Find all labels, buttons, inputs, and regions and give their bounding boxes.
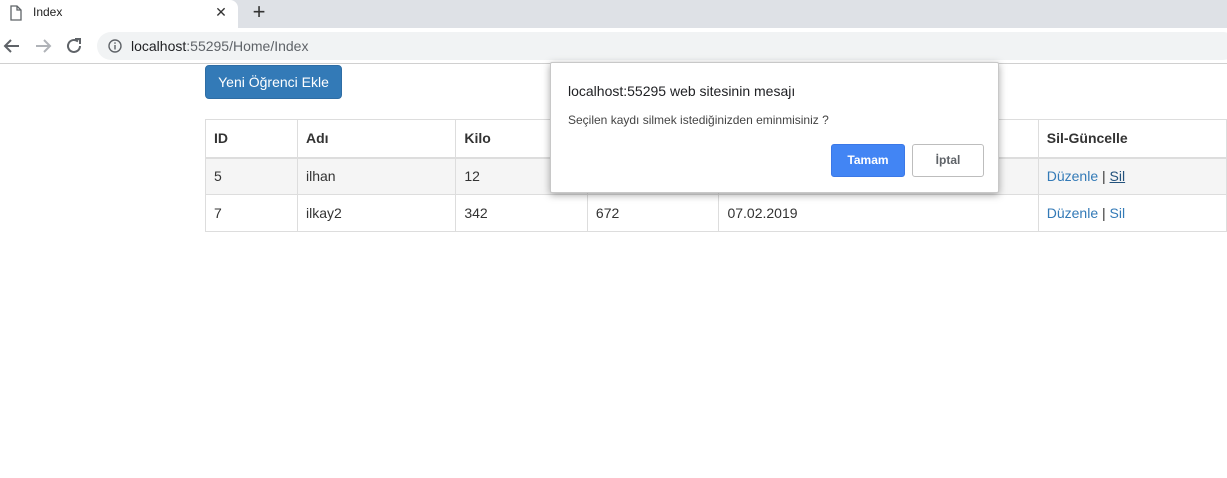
ok-button[interactable]: Tamam	[831, 144, 905, 177]
edit-link[interactable]: Düzenle	[1047, 168, 1098, 184]
cell-name: ilkay2	[297, 194, 457, 232]
tab-strip: Index ✕ +	[0, 0, 1227, 28]
reload-icon[interactable]	[64, 36, 84, 56]
dialog-message: Seçilen kaydı silmek istediğinizden emin…	[568, 113, 829, 127]
browser-tab[interactable]: Index ✕	[0, 0, 238, 28]
cell-kilo: 342	[455, 194, 588, 232]
cell-date: 07.02.2019	[718, 194, 1039, 232]
edit-link[interactable]: Düzenle	[1047, 205, 1098, 221]
link-separator: |	[1102, 205, 1106, 221]
url-path: :55295/Home/Index	[186, 38, 309, 54]
header-name: Adı	[297, 119, 457, 159]
back-arrow-icon[interactable]	[2, 36, 22, 56]
info-icon[interactable]	[108, 39, 122, 53]
confirm-dialog: localhost:55295 web sitesinin mesajı Seç…	[550, 62, 999, 193]
url-text[interactable]: localhost:55295/Home/Index	[131, 38, 308, 54]
cell-id: 7	[204, 194, 299, 232]
close-icon[interactable]: ✕	[212, 3, 230, 21]
cell-actions: Düzenle | Sil	[1037, 157, 1227, 195]
table-row: 7 ilkay2 342 672 07.02.2019 Düzenle | Si…	[204, 194, 1227, 232]
tab-title: Index	[33, 5, 63, 19]
add-student-button[interactable]: Yeni Öğrenci Ekle	[205, 65, 342, 99]
cell-id: 5	[204, 157, 299, 195]
link-separator: |	[1102, 168, 1106, 185]
header-actions: Sil-Güncelle	[1037, 119, 1227, 159]
delete-link[interactable]: Sil	[1110, 205, 1126, 221]
url-host: localhost	[131, 38, 187, 54]
cell-col4: 672	[586, 194, 720, 232]
header-id: ID	[204, 119, 299, 159]
dialog-title: localhost:55295 web sitesinin mesajı	[568, 83, 796, 99]
cell-name: ilhan	[297, 157, 457, 195]
cell-actions: Düzenle | Sil	[1037, 194, 1227, 232]
document-icon	[10, 5, 22, 21]
new-tab-button[interactable]: +	[248, 1, 270, 24]
browser-toolbar: localhost:55295/Home/Index	[0, 28, 1227, 64]
address-bar[interactable]: localhost:55295/Home/Index	[97, 32, 1227, 60]
cancel-button[interactable]: İptal	[912, 144, 984, 177]
forward-arrow-icon[interactable]	[33, 36, 53, 56]
delete-link[interactable]: Sil	[1110, 168, 1126, 184]
